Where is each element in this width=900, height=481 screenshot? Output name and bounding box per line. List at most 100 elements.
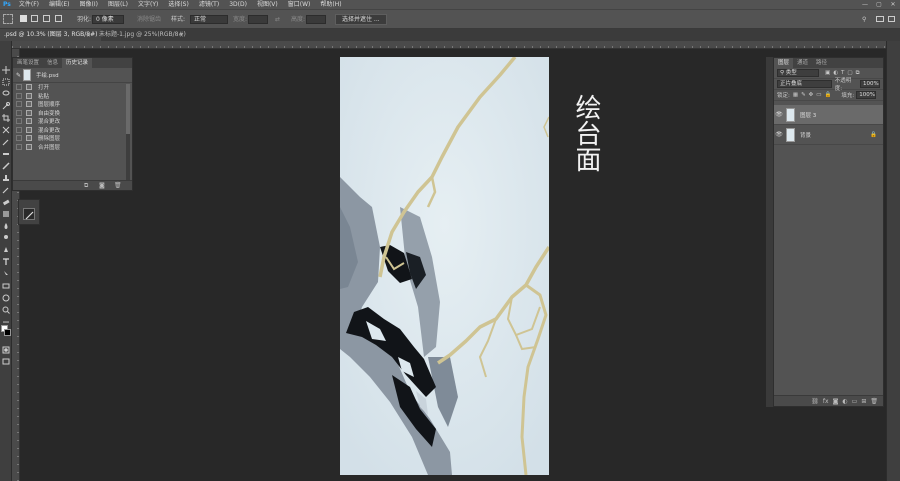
workspace-icon[interactable] [876,16,884,22]
brush-tool-icon[interactable] [2,162,10,170]
tab-brush-settings[interactable]: 画笔设置 [13,58,43,68]
height-input[interactable] [306,15,326,24]
width-input[interactable] [248,15,268,24]
quick-mask-icon[interactable] [2,346,10,354]
document-canvas[interactable] [340,57,549,475]
screen-mode-icon[interactable] [2,358,10,366]
opacity-input[interactable]: 100% [860,80,880,88]
menu-filter[interactable]: 滤镜(T) [194,0,224,9]
history-item[interactable]: 自由变换 [13,109,132,118]
rectangle-tool-icon[interactable] [2,282,10,290]
history-brush-source-checkbox[interactable] [16,135,22,142]
clone-stamp-tool-icon[interactable] [2,174,10,182]
history-item[interactable]: 粘贴 [13,92,132,101]
camera-icon[interactable]: ◙ [99,182,105,189]
healing-brush-tool-icon[interactable] [2,150,10,158]
selection-mode-intersect-icon[interactable] [55,15,62,22]
menu-type[interactable]: 文字(Y) [133,0,163,9]
mask-icon[interactable]: ◙ [833,398,839,405]
style-select[interactable]: 正常 [190,15,228,24]
gradient-tool-icon[interactable] [2,210,10,218]
history-item[interactable]: 混合更改 [13,117,132,126]
dodge-tool-icon[interactable] [2,234,10,242]
menu-3d[interactable]: 3D(D) [224,0,252,9]
layer-filter-select[interactable]: ⚲ 类型 [777,69,819,77]
history-snapshot[interactable]: ✎ 手绘.psd [13,68,132,83]
swap-icon[interactable]: ⇄ [275,15,280,24]
eraser-tool-icon[interactable] [2,198,10,206]
history-brush-source-checkbox[interactable] [16,126,22,133]
fx-icon[interactable]: fx [823,398,829,405]
menu-window[interactable]: 窗口(W) [283,0,316,9]
group-icon[interactable]: ▭ [852,398,858,405]
history-item[interactable]: 合并图层 [13,143,132,152]
new-document-from-state-icon[interactable]: ⧉ [84,182,88,190]
history-brush-tool-icon[interactable] [2,186,10,194]
link-icon[interactable]: ⛓ [811,398,819,405]
tab-close-icon[interactable]: × [86,32,91,39]
layer-name[interactable]: 背景 [800,131,811,139]
background-color-swatch[interactable] [4,329,11,336]
select-and-mask-button[interactable]: 选择并遮住 ... [335,14,387,25]
minimize-button[interactable]: — [858,0,872,9]
new-layer-icon[interactable]: ⊞ [861,398,866,405]
menu-select[interactable]: 选择(S) [163,0,194,9]
brush-preset-icon[interactable] [23,208,35,220]
quick-select-tool-icon[interactable] [2,102,10,110]
filter-pixel-icon[interactable]: ▣ [825,70,830,76]
visibility-eye-icon[interactable]: 👁 [774,111,784,118]
blend-mode-select[interactable]: 正片叠底 [777,80,832,88]
move-tool-icon[interactable] [2,66,10,74]
history-item[interactable]: 混合更改 [13,126,132,135]
menu-layer[interactable]: 图层(L) [103,0,133,9]
lock-all-icon[interactable]: 🔒 [824,92,831,98]
history-brush-source-checkbox[interactable] [16,143,22,150]
antialias-checkbox[interactable]: 消除锯齿 [137,15,161,24]
scrollbar-thumb[interactable] [126,84,130,134]
trash-icon[interactable]: 🗑 [870,398,878,405]
layer-row[interactable]: 👁 背景 🔒 [774,125,883,145]
lock-pixels-icon[interactable]: ✎ [801,92,806,98]
tab-layers[interactable]: 图层 [774,58,794,68]
share-icon[interactable] [888,16,895,22]
maximize-button[interactable]: ▢ [872,0,886,9]
history-brush-source-checkbox[interactable] [16,101,22,108]
lock-position-icon[interactable]: ✥ [809,92,814,98]
crop-tool-icon[interactable] [2,114,10,122]
history-brush-source-checkbox[interactable] [16,109,22,116]
tab-document-jpg[interactable]: 未标题-1.jpg @ 25%(RGB/8#) [95,29,190,41]
menu-edit[interactable]: 编辑(E) [44,0,74,9]
selection-mode-new-icon[interactable] [20,15,27,22]
eyedropper-tool-icon[interactable] [2,138,10,146]
selection-mode-add-icon[interactable] [31,15,38,22]
tab-history[interactable]: 历史记录 [62,58,93,68]
marquee-tool-icon[interactable] [2,78,10,86]
horizontal-ruler[interactable] [12,41,900,49]
pen-tool-icon[interactable] [2,246,10,254]
menu-image[interactable]: 图像(I) [75,0,103,9]
menu-file[interactable]: 文件(F) [14,0,44,9]
ps-logo[interactable]: Ps [0,0,14,9]
lock-transparent-icon[interactable]: ▦ [793,92,798,98]
tab-info[interactable]: 信息 [43,58,62,68]
history-brush-source-checkbox[interactable] [16,92,22,99]
path-selection-tool-icon[interactable] [2,270,10,278]
type-tool-icon[interactable] [2,258,10,266]
fill-input[interactable]: 100% [856,91,877,99]
history-item[interactable]: 打开 [13,83,132,92]
layer-row[interactable]: 👁 图层 3 [774,105,883,125]
history-scrollbar[interactable] [126,84,130,180]
adjustment-icon[interactable]: ◐ [842,398,847,405]
tab-paths[interactable]: 路径 [812,58,831,68]
history-item[interactable]: 删除图层 [13,134,132,143]
hand-tool-icon[interactable] [2,294,10,302]
feather-input[interactable]: 0 像素 [92,15,124,24]
trash-icon[interactable]: 🗑 [114,182,122,189]
menu-view[interactable]: 视图(V) [252,0,283,9]
history-item[interactable]: 图层顺序 [13,100,132,109]
history-brush-source-checkbox[interactable] [16,118,22,125]
tab-channels[interactable]: 通道 [793,58,812,68]
tab-close-icon[interactable]: × [179,32,184,39]
blur-tool-icon[interactable] [2,222,10,230]
history-brush-source-checkbox[interactable] [16,84,22,91]
